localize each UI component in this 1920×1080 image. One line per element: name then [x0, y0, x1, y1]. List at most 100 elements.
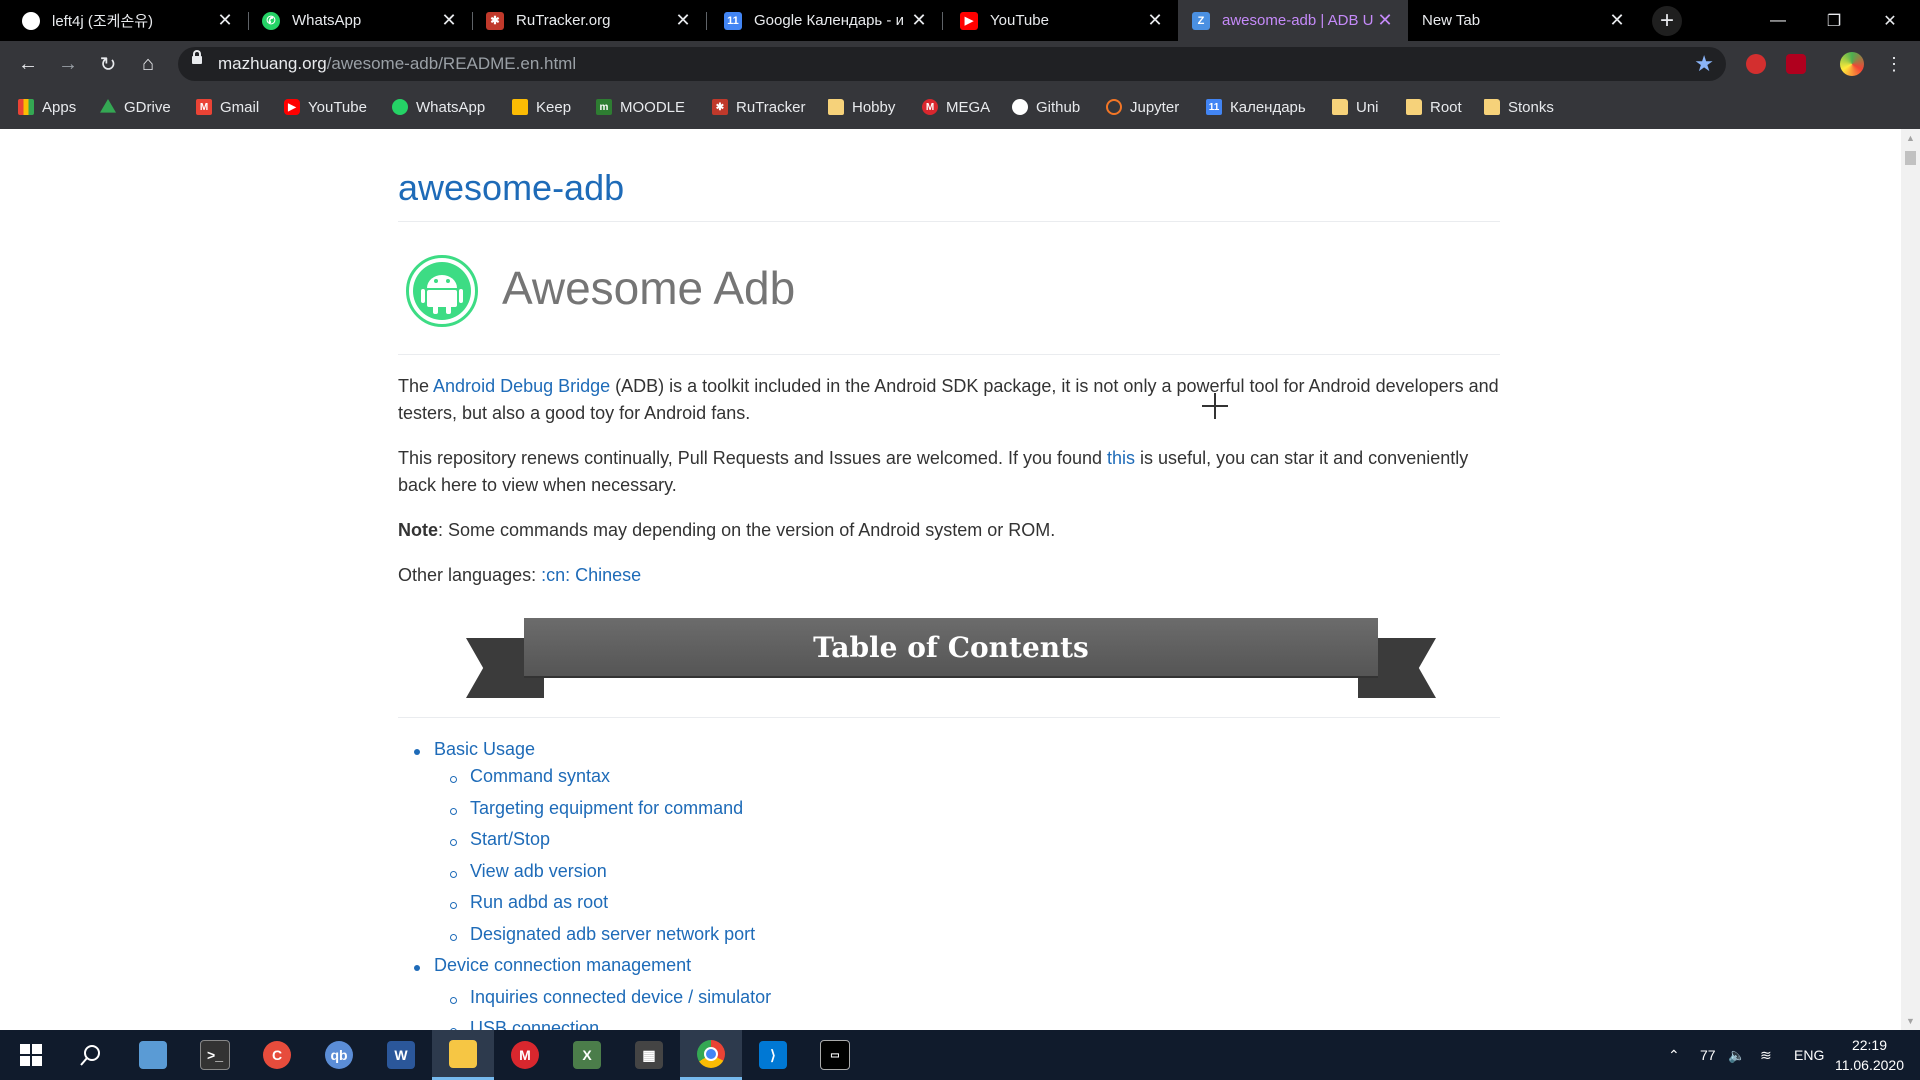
close-icon[interactable]: ✕ — [1376, 10, 1394, 31]
gdrive-icon — [100, 99, 116, 113]
qbittorrent-icon[interactable]: qb — [308, 1030, 370, 1080]
start-icon[interactable] — [0, 1030, 62, 1080]
logo-title: Awesome Adb — [502, 262, 796, 314]
back-arrow-icon[interactable]: ← — [14, 50, 42, 78]
tab-whatsapp[interactable]: ✆ WhatsApp ✕ — [248, 0, 472, 41]
minimize-icon[interactable]: — — [1750, 0, 1806, 41]
github-icon — [22, 11, 40, 30]
window-close-icon[interactable]: ✕ — [1862, 0, 1918, 41]
bookmark-github[interactable]: Github — [1012, 87, 1080, 127]
close-icon[interactable]: ✕ — [440, 10, 458, 31]
toc-link[interactable]: Designated adb server network port — [470, 924, 755, 945]
close-icon[interactable]: ✕ — [674, 10, 692, 31]
tray-chevron-icon[interactable]: ⌃ — [1668, 1030, 1680, 1080]
bullet-icon — [450, 933, 457, 941]
language-indicator[interactable]: ENG — [1794, 1030, 1824, 1080]
bookmark-moodle[interactable]: m MOODLE — [596, 87, 685, 127]
tab-title: awesome-adb | ADB U — [1222, 12, 1374, 29]
reload-icon[interactable]: ↻ — [94, 50, 122, 78]
toc-link[interactable]: Start/Stop — [470, 829, 550, 850]
page-scrollbar[interactable]: ▲ ▼ — [1901, 129, 1920, 1030]
scroll-down-icon[interactable]: ▼ — [1906, 1016, 1915, 1026]
divider — [398, 717, 1500, 718]
bookmark-gmail[interactable]: M Gmail — [196, 87, 259, 127]
volume-icon[interactable]: 🔈 — [1728, 1030, 1745, 1080]
explorer-app-icon[interactable] — [122, 1030, 184, 1080]
cmd-icon[interactable]: ▭ — [804, 1030, 866, 1080]
bookmark-whatsapp[interactable]: WhatsApp — [392, 87, 485, 127]
shield-extension-icon[interactable] — [1786, 54, 1806, 74]
bullet-icon — [450, 996, 457, 1004]
ccleaner-icon[interactable]: C — [246, 1030, 308, 1080]
toc-link[interactable]: Inquiries connected device / simulator — [470, 987, 771, 1008]
vscode-icon[interactable]: ⟩ — [742, 1030, 804, 1080]
tab-github[interactable]: left4j (조케손유) ✕ — [8, 0, 248, 41]
ublock-extension-icon[interactable] — [1746, 54, 1766, 74]
avatar[interactable] — [1840, 52, 1864, 76]
address-bar[interactable]: mazhuang.org/awesome-adb/README.en.html … — [178, 47, 1726, 81]
terminal-icon[interactable]: >_ — [184, 1030, 246, 1080]
bookmark-gdrive[interactable]: GDrive — [100, 87, 171, 127]
toc-link[interactable]: Run adbd as root — [470, 892, 608, 913]
bookmark-label: Jupyter — [1130, 98, 1180, 116]
toc-link[interactable]: Command syntax — [470, 766, 610, 787]
restore-icon[interactable]: ❐ — [1806, 0, 1862, 41]
bookmark-uni[interactable]: Uni — [1332, 87, 1379, 127]
new-tab-button[interactable]: + — [1652, 6, 1682, 36]
bookmark-hobby[interactable]: Hobby — [828, 87, 895, 127]
toc-link[interactable]: USB connection — [470, 1018, 599, 1030]
bookmark-stonks[interactable]: Stonks — [1484, 87, 1554, 127]
bookmark-star-icon[interactable]: ★ — [1694, 51, 1714, 77]
bookmark-keep[interactable]: Keep — [512, 87, 571, 127]
bookmark-mega[interactable]: M MEGA — [922, 87, 990, 127]
network-icon[interactable]: ≋ — [1760, 1030, 1772, 1080]
bookmark-youtube[interactable]: ▶ YouTube — [284, 87, 367, 127]
toc-link[interactable]: View adb version — [470, 861, 607, 882]
lock-icon[interactable] — [192, 50, 202, 64]
adb-page-icon: Z — [1192, 11, 1210, 30]
toc-link[interactable]: Targeting equipment for command — [470, 798, 743, 819]
toolbar: ← → ↻ ⌂ mazhuang.org/awesome-adb/README.… — [0, 41, 1920, 87]
word-icon[interactable]: W — [370, 1030, 432, 1080]
bullet-icon — [450, 902, 457, 909]
bookmark-jupyter[interactable]: Jupyter — [1106, 87, 1179, 127]
chrome-icon[interactable] — [680, 1030, 742, 1080]
close-icon[interactable]: ✕ — [1608, 10, 1626, 31]
tab-rutracker[interactable]: ✱ RuTracker.org ✕ — [472, 0, 706, 41]
menu-kebab-icon[interactable]: ⋮ — [1880, 50, 1908, 78]
url-text[interactable]: mazhuang.org/awesome-adb/README.en.html — [218, 47, 576, 81]
close-icon[interactable]: ✕ — [910, 10, 928, 31]
calculator-icon[interactable]: ▦ — [618, 1030, 680, 1080]
clock[interactable]: 22:19 11.06.2020 — [1835, 1035, 1904, 1075]
page-title[interactable]: awesome-adb — [398, 167, 624, 209]
tab-new-tab[interactable]: New Tab ✕ — [1408, 0, 1640, 41]
bookmark-calendar[interactable]: 11 Календарь — [1206, 87, 1306, 127]
home-icon[interactable]: ⌂ — [134, 50, 162, 78]
forward-arrow-icon[interactable]: → — [54, 50, 82, 78]
toc-link[interactable]: Basic Usage — [434, 739, 535, 760]
tab-title: YouTube — [990, 12, 1049, 29]
adb-link[interactable]: Android Debug Bridge — [433, 376, 610, 396]
folder-icon — [1406, 99, 1422, 115]
intro-paragraph: The Android Debug Bridge (ADB) is a tool… — [398, 373, 1500, 427]
search-icon[interactable] — [60, 1030, 122, 1080]
mega-icon[interactable]: M — [494, 1030, 556, 1080]
tab-youtube[interactable]: ▶ YouTube ✕ — [946, 0, 1178, 41]
tray-temperature[interactable]: 77 — [1700, 1030, 1716, 1080]
scroll-thumb[interactable] — [1905, 151, 1916, 165]
bookmark-rutracker[interactable]: ✱ RuTracker — [712, 87, 805, 127]
excel-game-icon[interactable]: X — [556, 1030, 618, 1080]
bookmark-root[interactable]: Root — [1406, 87, 1462, 127]
whatsapp-icon: ✆ — [262, 11, 280, 30]
close-icon[interactable]: ✕ — [1146, 10, 1164, 31]
toc-link[interactable]: Device connection management — [434, 955, 691, 976]
chinese-link[interactable]: :cn: Chinese — [541, 565, 641, 585]
this-link[interactable]: this — [1107, 448, 1135, 468]
bookmark-apps[interactable]: Apps — [18, 87, 76, 127]
tab-calendar[interactable]: 11 Google Календарь - и ✕ — [710, 0, 942, 41]
close-icon[interactable]: ✕ — [216, 10, 234, 31]
scroll-up-icon[interactable]: ▲ — [1906, 133, 1915, 143]
folder-icon — [1484, 99, 1500, 115]
tab-awesome-adb[interactable]: Z awesome-adb | ADB U ✕ — [1178, 0, 1408, 41]
file-explorer-icon[interactable] — [432, 1030, 494, 1080]
